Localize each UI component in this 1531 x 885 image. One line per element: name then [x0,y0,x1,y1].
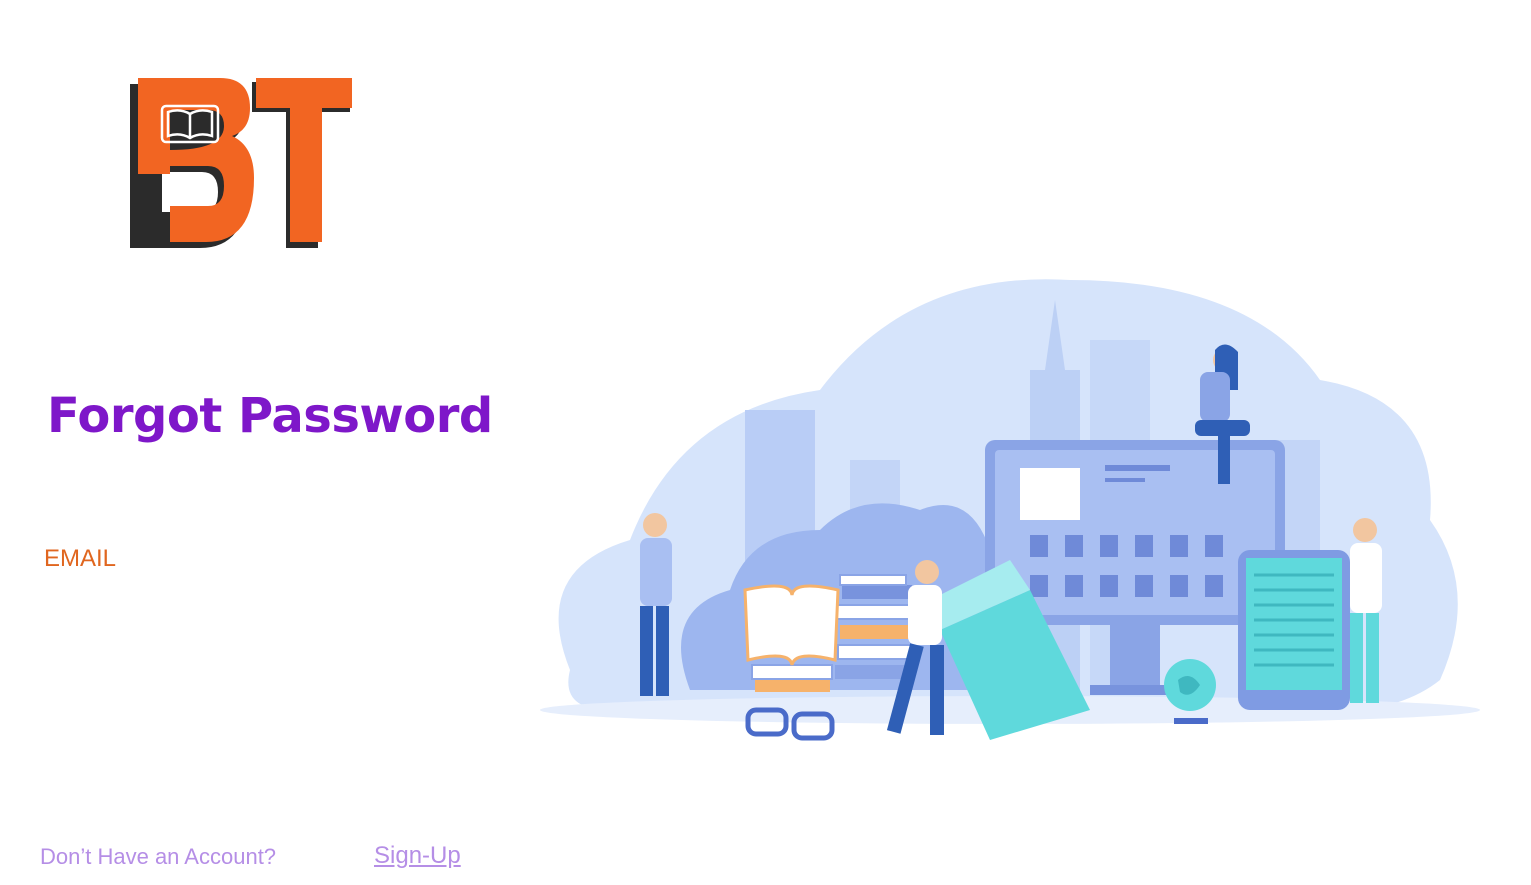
library-illustration [490,240,1531,760]
signup-link[interactable]: Sign-Up [374,842,461,870]
no-account-text: Don’t Have an Account? [40,844,277,869]
email-label: EMAIL [44,545,117,572]
brand-logo [126,76,356,254]
email-field[interactable] [44,580,468,622]
page-title: Forgot Password [47,388,493,444]
